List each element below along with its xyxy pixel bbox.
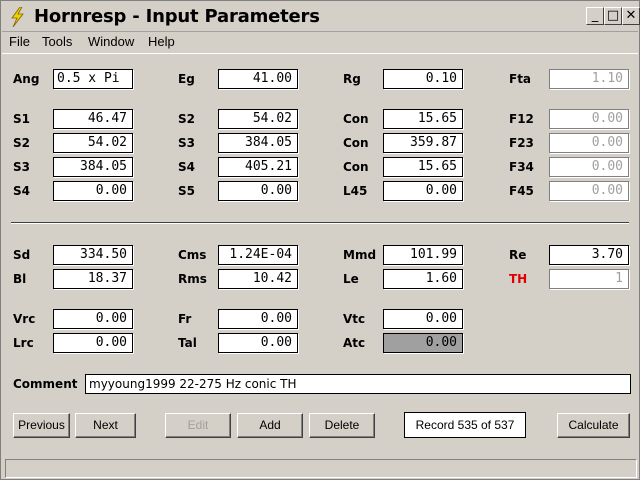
- maximize-button[interactable]: □: [604, 7, 622, 25]
- label-s3: S3: [13, 160, 30, 174]
- field-s2[interactable]: 54.02: [53, 133, 133, 153]
- field-s4-col2[interactable]: 405.21: [218, 157, 298, 177]
- comment-input[interactable]: myyoung1999 22-275 Hz conic TH: [85, 374, 631, 394]
- field-con-1[interactable]: 15.65: [383, 109, 463, 129]
- previous-button-label: Previous: [18, 418, 65, 432]
- menu-bar: File Tools Window Help: [2, 32, 638, 52]
- field-s3-col2[interactable]: 384.05: [218, 133, 298, 153]
- menu-file[interactable]: File: [9, 34, 30, 49]
- field-rms[interactable]: 10.42: [218, 269, 298, 289]
- label-f23: F23: [509, 136, 534, 150]
- field-rg[interactable]: 0.10: [383, 69, 463, 89]
- field-re[interactable]: 3.70: [549, 245, 629, 265]
- label-s4: S4: [13, 184, 30, 198]
- label-sd: Sd: [13, 248, 31, 262]
- label-l45: L45: [343, 184, 368, 198]
- field-th[interactable]: 1: [549, 269, 629, 289]
- menu-help[interactable]: Help: [148, 34, 175, 49]
- label-s2-col2: S2: [178, 112, 195, 126]
- label-s1: S1: [13, 112, 30, 126]
- record-counter: Record 535 of 537: [404, 412, 526, 438]
- field-lrc[interactable]: 0.00: [53, 333, 133, 353]
- field-f34: 0.00: [549, 157, 629, 177]
- label-s3-col2: S3: [178, 136, 195, 150]
- delete-button-label: Delete: [324, 418, 360, 432]
- hornresp-window: Hornresp - Input Parameters _ □ ✕ File T…: [0, 0, 640, 480]
- field-le[interactable]: 1.60: [383, 269, 463, 289]
- delete-button[interactable]: Delete: [309, 413, 375, 438]
- next-button-label: Next: [93, 418, 118, 432]
- calculate-button[interactable]: Calculate: [557, 413, 630, 438]
- label-fr: Fr: [178, 312, 192, 326]
- field-tal[interactable]: 0.00: [218, 333, 298, 353]
- label-f12: F12: [509, 112, 534, 126]
- label-th: TH: [509, 272, 528, 286]
- menu-tools[interactable]: Tools: [42, 34, 72, 49]
- label-vrc: Vrc: [13, 312, 36, 326]
- label-mmd: Mmd: [343, 248, 377, 262]
- field-fr[interactable]: 0.00: [218, 309, 298, 329]
- label-con-1: Con: [343, 112, 369, 126]
- field-vrc[interactable]: 0.00: [53, 309, 133, 329]
- field-s5[interactable]: 0.00: [218, 181, 298, 201]
- field-s3[interactable]: 384.05: [53, 157, 133, 177]
- label-s5: S5: [178, 184, 195, 198]
- label-ang: Ang: [13, 72, 40, 86]
- field-vtc[interactable]: 0.00: [383, 309, 463, 329]
- calculate-button-label: Calculate: [568, 418, 619, 432]
- label-con-3: Con: [343, 160, 369, 174]
- section-divider: [11, 222, 629, 224]
- field-ang[interactable]: 0.5 x Pi: [53, 69, 133, 89]
- field-s1[interactable]: 46.47: [53, 109, 133, 129]
- label-f34: F34: [509, 160, 534, 174]
- title-bar[interactable]: Hornresp - Input Parameters _ □ ✕: [2, 2, 640, 32]
- label-s2: S2: [13, 136, 30, 150]
- window-title: Hornresp - Input Parameters: [34, 6, 320, 27]
- add-button[interactable]: Add: [237, 413, 303, 438]
- field-mmd[interactable]: 101.99: [383, 245, 463, 265]
- next-button[interactable]: Next: [75, 413, 136, 438]
- label-f45: F45: [509, 184, 534, 198]
- label-eg: Eg: [178, 72, 195, 86]
- field-s2-col2[interactable]: 54.02: [218, 109, 298, 129]
- field-sd[interactable]: 334.50: [53, 245, 133, 265]
- label-re: Re: [509, 248, 527, 262]
- field-f45: 0.00: [549, 181, 629, 201]
- field-bl[interactable]: 18.37: [53, 269, 133, 289]
- field-f12: 0.00: [549, 109, 629, 129]
- field-s4[interactable]: 0.00: [53, 181, 133, 201]
- label-con-2: Con: [343, 136, 369, 150]
- label-bl: Bl: [13, 272, 27, 286]
- field-eg[interactable]: 41.00: [218, 69, 298, 89]
- edit-button: Edit: [165, 413, 231, 438]
- field-atc[interactable]: 0.00: [383, 333, 463, 353]
- label-lrc: Lrc: [13, 336, 34, 350]
- label-fta: Fta: [509, 72, 532, 86]
- add-button-label: Add: [259, 418, 281, 432]
- label-rms: Rms: [178, 272, 207, 286]
- label-tal: Tal: [178, 336, 197, 350]
- field-fta: 1.10: [549, 69, 629, 89]
- menu-window[interactable]: Window: [88, 34, 134, 49]
- label-comment: Comment: [13, 377, 78, 391]
- label-cms: Cms: [178, 248, 207, 262]
- label-vtc: Vtc: [343, 312, 366, 326]
- edit-button-label: Edit: [187, 418, 209, 432]
- field-con-3[interactable]: 15.65: [383, 157, 463, 177]
- label-s4-col2: S4: [178, 160, 195, 174]
- minimize-button[interactable]: _: [586, 7, 604, 25]
- previous-button[interactable]: Previous: [13, 413, 70, 438]
- close-button[interactable]: ✕: [622, 7, 640, 25]
- label-rg: Rg: [343, 72, 361, 86]
- field-con-2[interactable]: 359.87: [383, 133, 463, 153]
- label-le: Le: [343, 272, 359, 286]
- field-f23: 0.00: [549, 133, 629, 153]
- field-l45[interactable]: 0.00: [383, 181, 463, 201]
- status-bar: [5, 459, 637, 478]
- lightning-bolt-icon: [11, 7, 24, 27]
- field-cms[interactable]: 1.24E-04: [218, 245, 298, 265]
- label-atc: Atc: [343, 336, 366, 350]
